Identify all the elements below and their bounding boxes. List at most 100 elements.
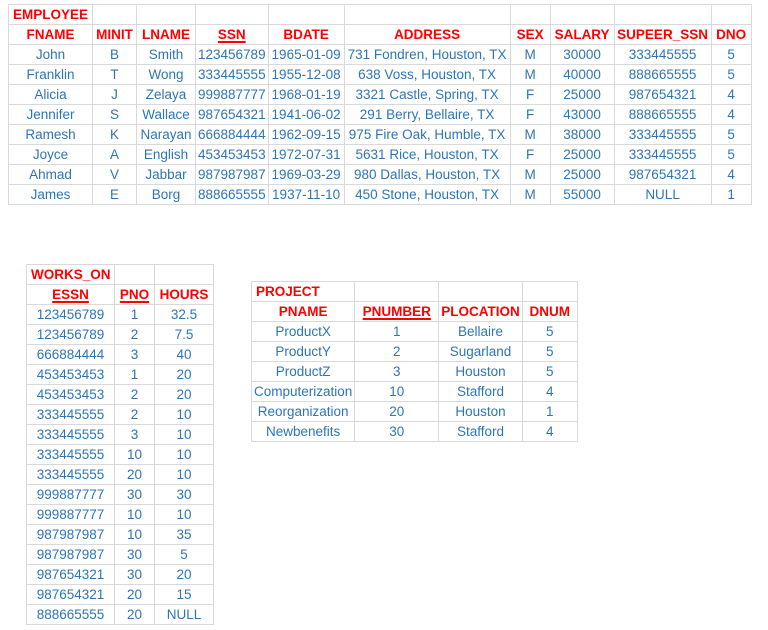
table-cell: Zelaya <box>136 84 196 105</box>
table-cell: T <box>92 64 137 85</box>
table-cell: F <box>509 104 551 125</box>
table-row: 333445555 2 10 <box>26 404 214 425</box>
table-cell: 333445555 <box>26 404 115 425</box>
table-cell: F <box>509 84 551 105</box>
table-title: PROJECT <box>250 281 356 302</box>
table-cell: 2 <box>114 324 155 345</box>
column-header: PNUMBER <box>354 301 440 322</box>
table-cell: Joyce <box>8 144 93 165</box>
table-cell: 3 <box>354 361 440 382</box>
table-cell: 333445555 <box>26 424 115 445</box>
table-title-row: WORKS_ON <box>26 264 214 285</box>
column-header: FNAME <box>8 24 93 45</box>
table-cell: 30000 <box>549 44 615 65</box>
table-cell: Ramesh <box>8 124 93 145</box>
table-cell: K <box>92 124 137 145</box>
table-cell: 333445555 <box>613 44 712 65</box>
table-cell: Houston <box>438 401 523 422</box>
table-cell: Reorganization <box>250 401 356 422</box>
table-cell: NULL <box>613 184 712 205</box>
table-cell: 1 <box>354 321 440 342</box>
table-cell: 291 Berry, Bellaire, TX <box>343 104 511 125</box>
table-cell: ProductZ <box>250 361 356 382</box>
table-cell: 888665555 <box>613 104 712 125</box>
table-cell: 4 <box>521 381 578 402</box>
table-row: Computerization 10 Stafford 4 <box>250 381 578 402</box>
table-row: 999887777 10 10 <box>26 504 214 525</box>
table-cell: 5 <box>521 321 578 342</box>
table-cell: 1941-06-02 <box>267 104 345 125</box>
table-cell: 1 <box>114 364 155 385</box>
employee-body: EMPLOYEE FNAME MINIT LNAME SSN BDATE ADDRESS SE… <box>8 4 752 205</box>
column-label: PNAME <box>278 304 328 319</box>
table-cell: 1 <box>710 184 752 205</box>
table-cell: 987654321 <box>26 584 115 605</box>
table-cell: 1969-03-29 <box>267 164 345 185</box>
table-cell: 333445555 <box>613 144 712 165</box>
project-body: PROJECT PNAME PNUMBER PLOCATION DNUM ProductX… <box>250 281 578 442</box>
primary-key-label: PNUMBER <box>362 304 431 319</box>
table-cell: 453453453 <box>26 364 115 385</box>
table-cell: 2 <box>354 341 440 362</box>
empty-cell <box>509 4 551 25</box>
table-cell: 987987987 <box>26 544 115 565</box>
column-label: SEX <box>516 27 544 42</box>
table-cell: 10 <box>154 464 214 485</box>
table-row: Ramesh K Narayan 666884444 1962-09-15 975 Fir… <box>8 124 752 145</box>
table-cell: 10 <box>114 504 155 525</box>
primary-key-label: SSN <box>217 27 246 42</box>
empty-cell <box>195 4 269 25</box>
table-cell: 10 <box>114 444 155 465</box>
column-header: ADDRESS <box>343 24 511 45</box>
column-label: PLOCATION <box>441 304 520 319</box>
table-cell: 10 <box>154 404 214 425</box>
table-cell: 35 <box>154 524 214 545</box>
table-cell: 123456789 <box>26 324 115 345</box>
table-cell: 20 <box>154 564 214 585</box>
table-row: Franklin T Wong 333445555 1955-12-08 638 Voss… <box>8 64 752 85</box>
table-cell: M <box>509 164 551 185</box>
primary-key-label: PNO <box>119 287 150 302</box>
table-cell: Newbenefits <box>250 421 356 442</box>
table-cell: 5 <box>521 361 578 382</box>
table-cell: 3 <box>114 344 155 365</box>
table-row: 987987987 30 5 <box>26 544 214 565</box>
table-cell: 1937-11-10 <box>267 184 345 205</box>
table-cell: Borg <box>136 184 196 205</box>
column-label: SALARY <box>554 27 610 42</box>
table-cell: 987654321 <box>26 564 115 585</box>
table-cell: 20 <box>114 584 155 605</box>
table-row: Jennifer S Wallace 987654321 1941-06-02 291 B… <box>8 104 752 125</box>
column-header: PNO <box>114 284 155 305</box>
table-cell: 638 Voss, Houston, TX <box>343 64 511 85</box>
table-cell: 4 <box>710 104 752 125</box>
empty-cell <box>549 4 615 25</box>
table-cell: English <box>136 144 196 165</box>
table-cell: 333445555 <box>26 464 115 485</box>
table-cell: 43000 <box>549 104 615 125</box>
empty-cell <box>613 4 712 25</box>
table-cell: 2 <box>114 384 155 405</box>
table-cell: 1962-09-15 <box>267 124 345 145</box>
column-header: SUPEER_SSN <box>613 24 712 45</box>
column-label: DNUM <box>529 304 571 319</box>
table-cell: 4 <box>710 84 752 105</box>
table-cell: M <box>509 64 551 85</box>
table-cell: 1 <box>114 304 155 325</box>
table-cell: Wallace <box>136 104 196 125</box>
table-cell: 5 <box>521 341 578 362</box>
works-on-body: WORKS_ON ESSN PNO HOURS 123456789 1 32.5 123456… <box>26 264 214 625</box>
table-cell: John <box>8 44 93 65</box>
table-row: 888665555 20 NULL <box>26 604 214 625</box>
table-cell: 453453453 <box>195 144 269 165</box>
table-row: 333445555 10 10 <box>26 444 214 465</box>
empty-cell <box>710 4 752 25</box>
table-cell: Sugarland <box>438 341 523 362</box>
table-row: Alicia J Zelaya 999887777 1968-01-19 3321 Cas… <box>8 84 752 105</box>
table-cell: 333445555 <box>26 444 115 465</box>
table-cell: Alicia <box>8 84 93 105</box>
table-title-row: EMPLOYEE <box>8 4 752 25</box>
column-label: BDATE <box>283 27 329 42</box>
table-cell: Narayan <box>136 124 196 145</box>
table-cell: 10 <box>154 444 214 465</box>
